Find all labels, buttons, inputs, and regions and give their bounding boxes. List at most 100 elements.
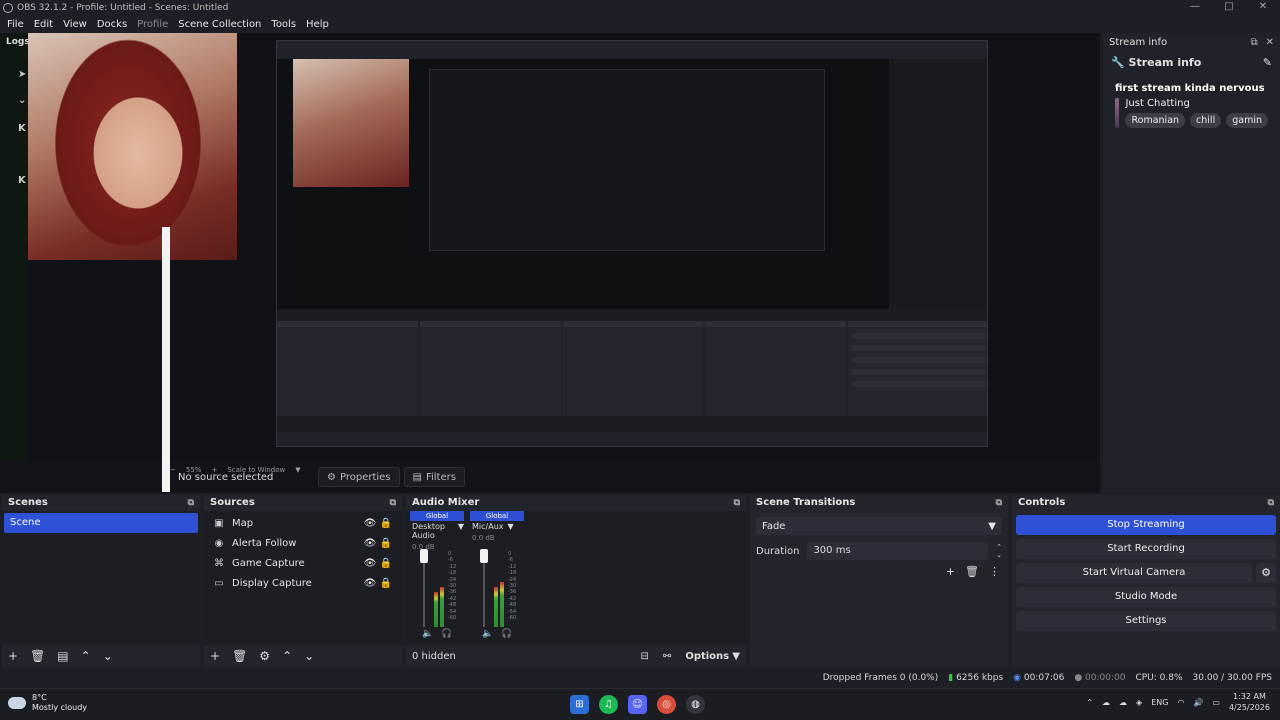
gear-icon[interactable]: ⚙ (1256, 563, 1276, 583)
popout-icon[interactable]: ⧉ (734, 498, 740, 508)
arrow-down-icon[interactable]: ⌄ (304, 649, 314, 663)
trash-icon[interactable]: 🗑 (232, 649, 247, 663)
menu-scene-collection[interactable]: Scene Collection (173, 16, 266, 33)
tag: chill (1190, 113, 1222, 128)
taskbar-apps: ⊞ ♫ ☺ ◎ ◍ (570, 695, 705, 714)
add-icon[interactable]: + (210, 649, 220, 663)
close-icon[interactable]: ✕ (1246, 0, 1280, 16)
start-recording-button[interactable]: Start Recording (1016, 539, 1276, 559)
source-item[interactable]: ▣ Map 👁 🔒 (204, 513, 402, 533)
eye-icon[interactable]: 👁 (362, 578, 378, 589)
transition-select[interactable]: Fade ▼ (756, 517, 1002, 535)
volume-slider-handle[interactable] (480, 549, 488, 563)
chevron-down-icon: ▼ (988, 520, 996, 532)
eye-icon[interactable]: 👁 (362, 538, 378, 549)
more-options-icon[interactable]: ⋮ (989, 565, 1000, 578)
source-toolbar: No source selected ⚙ Properties ▤ Filter… (170, 465, 1100, 489)
source-item[interactable]: ⌘ Game Capture 👁 🔒 (204, 553, 402, 573)
chevron-down-icon[interactable]: ▼ (508, 522, 514, 531)
gear-icon[interactable]: ⚙ (259, 649, 270, 663)
arrow-up-icon[interactable]: ⌃ (282, 649, 292, 663)
eye-icon[interactable]: 👁 (362, 518, 378, 529)
arrow-up-icon[interactable]: ⌃ (81, 649, 91, 663)
wifi-icon[interactable]: ◠ (1177, 698, 1184, 707)
trash-icon[interactable]: 🗑 (30, 649, 45, 663)
weather-desc: Mostly cloudy (32, 703, 87, 712)
stream-title: first stream kinda nervous (1115, 83, 1265, 94)
chevron-down-icon[interactable]: ▼ (458, 522, 464, 540)
menu-profile[interactable]: Profile (132, 16, 173, 33)
properties-label: Properties (339, 471, 391, 483)
layout-icon[interactable]: ⊟ (641, 651, 649, 662)
chrome-icon[interactable]: ◎ (657, 695, 676, 714)
eye-icon[interactable]: 👁 (362, 558, 378, 569)
menu-help[interactable]: Help (301, 16, 334, 33)
menu-view[interactable]: View (58, 16, 92, 33)
map-icon: ▣ (214, 517, 224, 529)
sources-dock: Sources ⧉ ▣ Map 👁 🔒 ◉ Alerta Follow 👁 🔒 ⌘… (204, 495, 402, 667)
popout-icon[interactable]: ⧉ (996, 498, 1002, 508)
speaker-icon[interactable]: 🔈 (482, 629, 493, 639)
add-icon[interactable]: + (946, 565, 955, 578)
volume-slider-handle[interactable] (420, 549, 428, 563)
dropped-frames: Dropped Frames 0 (0.0%) (822, 673, 939, 683)
stepper-icon[interactable]: ⌃ ⌄ (996, 543, 1002, 559)
menu-tools[interactable]: Tools (266, 16, 301, 33)
meter-bar-left (494, 587, 498, 627)
source-item[interactable]: ◉ Alerta Follow 👁 🔒 (204, 533, 402, 553)
popout-icon[interactable]: ⧉ (390, 498, 396, 508)
menu-file[interactable]: File (2, 16, 29, 33)
onedrive-icon[interactable]: ☁ (1119, 698, 1127, 707)
speaker-icon[interactable]: 🔈 (422, 629, 433, 639)
gpu-icon[interactable]: ◈ (1136, 698, 1142, 707)
menu-docks[interactable]: Docks (92, 16, 132, 33)
obs-icon[interactable]: ◍ (686, 695, 705, 714)
headphones-icon[interactable]: 🎧 (441, 629, 452, 639)
volume-icon[interactable]: 🔊 (1193, 698, 1203, 707)
add-icon[interactable]: + (8, 649, 18, 663)
lock-icon[interactable]: 🔒 (378, 538, 394, 549)
network-icon[interactable]: ☁ (1102, 698, 1110, 707)
meter-ticks: 0 -6 -12 -18 -24 -30 -36 -42 -48 -54 -60 (448, 551, 457, 622)
stream-time: 00:07:06 (1023, 673, 1065, 683)
arrow-down-icon[interactable]: ⌄ (103, 649, 113, 663)
weather-widget[interactable]: 8°C Mostly cloudy (8, 693, 87, 713)
scene-item[interactable]: Scene (4, 513, 198, 533)
close-icon[interactable]: ✕ (1266, 37, 1274, 48)
trash-icon[interactable]: 🗑 (965, 565, 979, 578)
stop-streaming-button[interactable]: Stop Streaming (1016, 515, 1276, 535)
battery-icon[interactable]: ▭ (1212, 698, 1220, 707)
spotify-icon[interactable]: ♫ (599, 695, 618, 714)
windows-start-icon[interactable]: ⊞ (570, 695, 589, 714)
popout-icon[interactable]: ⧉ (1250, 37, 1257, 48)
lock-icon[interactable]: 🔒 (378, 578, 394, 589)
headphones-icon[interactable]: 🎧 (501, 629, 512, 639)
chevron-up-icon[interactable]: ⌃ (1086, 698, 1093, 707)
lock-icon[interactable]: 🔒 (378, 518, 394, 529)
properties-button[interactable]: ⚙ Properties (318, 467, 400, 487)
edit-icon[interactable]: ✎ (1263, 56, 1272, 69)
language-indicator[interactable]: ENG (1151, 698, 1168, 707)
hidden-count[interactable]: 0 hidden (412, 651, 456, 662)
discord-icon[interactable]: ☺ (628, 695, 647, 714)
popout-icon[interactable]: ⧉ (188, 498, 194, 508)
lock-icon[interactable]: 🔒 (378, 558, 394, 569)
webcam-source[interactable] (28, 33, 237, 260)
filters-button[interactable]: ▤ Filters (403, 467, 465, 487)
cpu-usage: CPU: 0.8% (1135, 673, 1183, 683)
popout-icon[interactable]: ⧉ (1268, 498, 1274, 508)
options-button[interactable]: Options ▼ (685, 651, 740, 662)
clock-date: 4/25/2026 (1228, 703, 1270, 712)
settings-button[interactable]: Settings (1016, 611, 1276, 631)
maximize-icon[interactable]: □ (1212, 0, 1246, 16)
link-icon[interactable]: ⚯ (663, 651, 671, 662)
channel-group: Global (410, 511, 464, 521)
source-item[interactable]: ▭ Display Capture 👁 🔒 (204, 573, 402, 593)
minimize-icon[interactable]: — (1178, 0, 1212, 16)
filter-icon[interactable]: ▤ (57, 649, 68, 663)
clock[interactable]: 1:32 AM 4/25/2026 (1229, 691, 1270, 713)
duration-input[interactable]: 300 ms (807, 542, 989, 560)
menu-edit[interactable]: Edit (29, 16, 58, 33)
studio-mode-button[interactable]: Studio Mode (1016, 587, 1276, 607)
start-virtual-camera-button[interactable]: Start Virtual Camera (1016, 563, 1252, 583)
